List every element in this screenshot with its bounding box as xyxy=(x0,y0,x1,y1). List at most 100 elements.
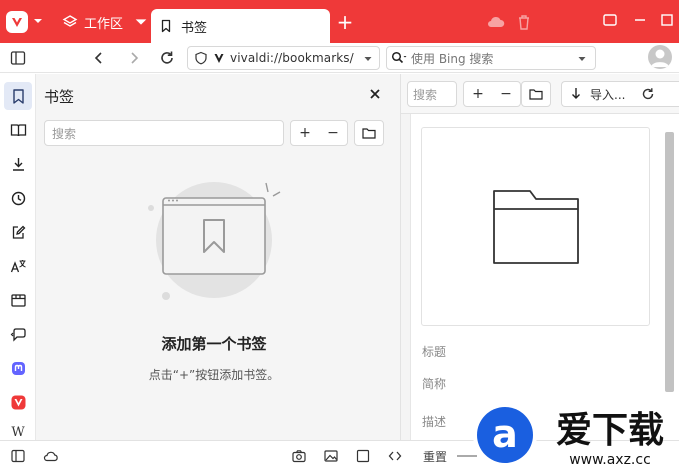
vivaldi-menu-button[interactable] xyxy=(6,11,28,33)
rail-item-vivaldi[interactable] xyxy=(4,388,32,416)
new-folder-button[interactable] xyxy=(354,120,384,146)
site-watermark-logo: a 爱下载 www.axz.cc xyxy=(473,403,664,468)
vivaldi-logo-icon xyxy=(12,18,22,27)
folder-icon xyxy=(362,128,376,139)
trash-icon[interactable] xyxy=(514,12,534,32)
page-tiling-icon[interactable] xyxy=(355,448,371,464)
manager-new-folder-button[interactable] xyxy=(521,81,551,107)
search-icon xyxy=(391,51,407,64)
sync-cloud-icon[interactable] xyxy=(43,448,59,464)
manager-toolbar: 搜索 + − 导入... xyxy=(401,74,679,114)
import-label: 导入... xyxy=(590,87,626,102)
search-engine-field[interactable]: 使用 Bing 搜索 xyxy=(386,46,596,70)
empty-bookmarks-illustration xyxy=(148,182,281,300)
bookmark-icon xyxy=(12,88,24,104)
empty-state-title: 添加第一个书签 xyxy=(161,335,267,353)
add-bookmark-button[interactable]: + xyxy=(291,121,319,145)
url-field[interactable]: vivaldi://bookmarks/ xyxy=(187,46,380,70)
search-placeholder: 使用 Bing 搜索 xyxy=(411,51,494,66)
minimize-icon[interactable] xyxy=(630,10,650,30)
manager-tree-strip xyxy=(401,114,411,440)
import-icon xyxy=(572,88,580,99)
description-field-label: 描述 xyxy=(422,415,447,429)
panel-toggle-icon[interactable] xyxy=(9,49,27,67)
panel-search-placeholder: 搜索 xyxy=(52,126,77,141)
rail-item-downloads[interactable] xyxy=(4,150,32,178)
scrollbar-thumb[interactable] xyxy=(665,132,674,392)
rail-item-bookmarks[interactable] xyxy=(4,82,32,110)
folder-icon xyxy=(529,89,543,100)
bookmark-icon xyxy=(161,19,171,33)
chevron-down-icon xyxy=(135,19,147,25)
workspace-label: 工作区 xyxy=(84,16,124,32)
panel-title: 书签 xyxy=(44,88,75,106)
chevron-down-icon[interactable] xyxy=(577,54,587,64)
reading-list-icon xyxy=(10,123,26,136)
rail-item-wikipedia[interactable]: W xyxy=(4,424,32,440)
svg-text:a: a xyxy=(492,412,518,456)
remove-bookmark-button[interactable]: − xyxy=(319,121,347,145)
side-panel-rail: W xyxy=(0,74,36,440)
folder-large-icon xyxy=(492,189,579,264)
rail-item-history[interactable] xyxy=(4,184,32,212)
bookmarks-panel: 书签 搜索 + − 添加第一个书签 点击“+”按钮添加书签。 xyxy=(36,74,401,440)
address-bar: vivaldi://bookmarks/ 使用 Bing 搜索 xyxy=(0,43,679,73)
mastodon-icon xyxy=(11,361,25,375)
chevron-down-icon[interactable] xyxy=(31,14,45,28)
workspace-switcher[interactable]: 工作区 xyxy=(62,11,149,33)
panel-search-input[interactable]: 搜索 xyxy=(44,120,284,146)
manager-add-remove-group: + − xyxy=(463,81,521,107)
panel-add-remove-group: + − xyxy=(290,120,348,146)
notes-icon xyxy=(12,225,25,239)
vivaldi-small-icon xyxy=(214,54,224,63)
code-icon[interactable] xyxy=(387,448,403,464)
tab-title: 书签 xyxy=(181,20,208,36)
import-button[interactable]: 导入... xyxy=(561,81,679,107)
watermark-url: www.axz.cc xyxy=(569,452,651,468)
back-icon[interactable] xyxy=(90,49,108,67)
camera-icon[interactable] xyxy=(291,448,307,464)
folder-preview xyxy=(421,127,650,326)
manager-remove-button[interactable]: − xyxy=(492,82,520,106)
manager-search-input[interactable]: 搜索 xyxy=(407,81,457,107)
rail-item-notes[interactable] xyxy=(4,218,32,246)
forward-icon[interactable] xyxy=(125,49,143,67)
reload-icon[interactable] xyxy=(641,87,655,101)
tab-bookmarks[interactable]: 书签 xyxy=(151,9,330,43)
url-text: vivaldi://bookmarks/ xyxy=(230,51,354,65)
rail-item-windows[interactable] xyxy=(4,286,32,314)
close-icon[interactable] xyxy=(368,87,382,101)
chevron-down-icon[interactable] xyxy=(363,54,373,64)
title-field-label: 标题 xyxy=(422,345,447,359)
rail-item-feeds[interactable] xyxy=(4,320,32,348)
history-icon xyxy=(11,191,25,205)
image-icon[interactable] xyxy=(323,448,339,464)
tile-icon[interactable] xyxy=(600,10,620,30)
manager-add-button[interactable]: + xyxy=(464,82,492,106)
wikipedia-label: W xyxy=(11,424,25,440)
layers-icon xyxy=(62,15,78,27)
rail-item-mastodon[interactable] xyxy=(4,354,32,382)
window-icon xyxy=(10,293,26,307)
maximize-icon[interactable] xyxy=(657,10,677,30)
zoom-reset-button[interactable]: 重置 xyxy=(423,448,447,465)
watermark-brand: 爱下载 xyxy=(556,410,664,451)
rail-item-translate[interactable] xyxy=(4,252,32,280)
shield-icon[interactable] xyxy=(194,51,208,65)
translate-icon xyxy=(10,259,26,272)
reload-icon[interactable] xyxy=(158,49,176,67)
new-tab-button[interactable]: + xyxy=(336,12,354,32)
title-bar: 工作区 书签 + xyxy=(0,0,679,43)
rail-item-reading-list[interactable] xyxy=(4,116,32,144)
user-icon xyxy=(651,49,669,67)
panel-toggle-icon[interactable] xyxy=(10,448,26,464)
cloud-icon[interactable] xyxy=(486,12,506,32)
nickname-field-label: 简称 xyxy=(422,377,447,391)
vivaldi-icon xyxy=(11,395,25,409)
feeds-icon xyxy=(10,327,26,342)
user-avatar[interactable] xyxy=(648,45,672,69)
download-icon xyxy=(12,157,24,171)
bookmark-manager: 搜索 + − 导入... 标题 简称 描述 xyxy=(401,74,679,440)
empty-state-subtitle: 点击“+”按钮添加书签。 xyxy=(148,368,280,382)
manager-search-placeholder: 搜索 xyxy=(413,87,438,102)
